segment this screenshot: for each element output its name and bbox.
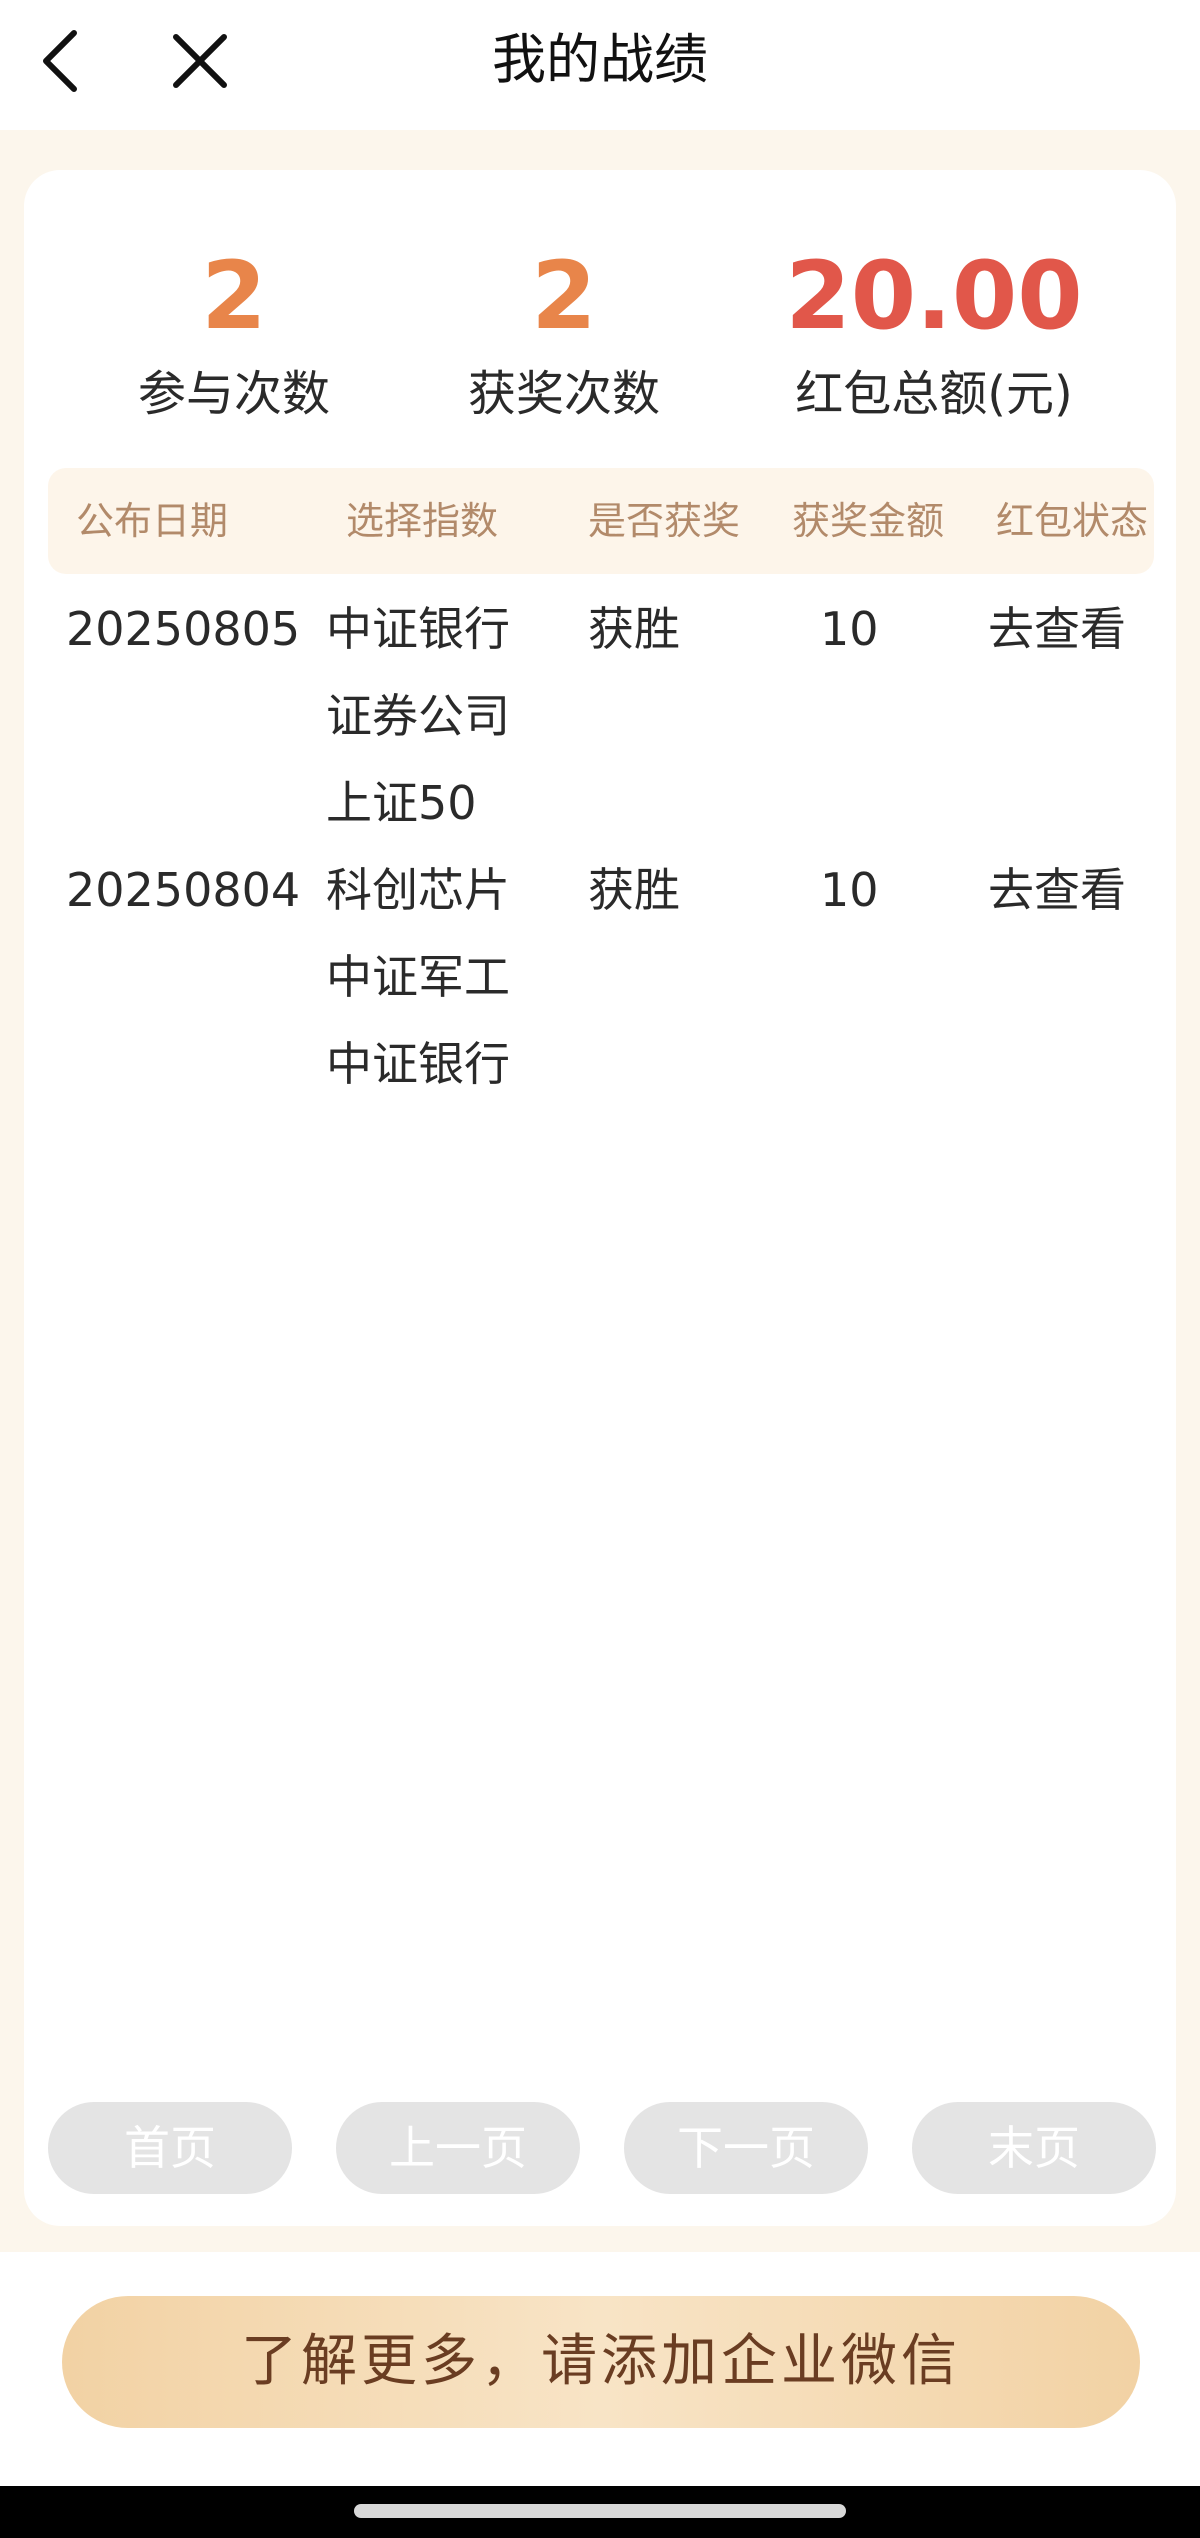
index-name: 中证银行 — [326, 1037, 510, 1091]
index-name: 科创芯片 — [326, 863, 510, 917]
index-name: 中证银行 — [326, 602, 510, 656]
stat-wins: 2 获奖次数 — [414, 242, 714, 426]
table-row: 20250804 科创芯片 中证军工 中证银行 获胜 10 去查看 — [24, 847, 1176, 1108]
table-header: 公布日期 选择指数 是否获奖 获奖金额 红包状态 — [48, 468, 1154, 574]
cell-result: 获胜 — [588, 863, 680, 917]
column-header-status: 红包状态 — [996, 499, 1149, 543]
index-name: 中证军工 — [326, 950, 510, 1004]
column-header-result: 是否获奖 — [588, 499, 741, 543]
stat-label: 获奖次数 — [467, 366, 660, 422]
add-wechat-button[interactable]: 了解更多，请添加企业微信 — [62, 2296, 1140, 2428]
prev-page-button[interactable]: 上一页 — [336, 2102, 580, 2194]
stat-participations: 2 参与次数 — [84, 242, 384, 426]
index-name: 证券公司 — [326, 689, 510, 743]
stat-label: 红包总额(元) — [795, 366, 1073, 422]
cell-date: 20250805 — [66, 602, 301, 656]
pagination: 首页 上一页 下一页 末页 — [24, 2102, 1176, 2194]
page-title: 我的战绩 — [492, 28, 708, 91]
next-page-button[interactable]: 下一页 — [624, 2102, 868, 2194]
view-red-packet-link[interactable]: 去查看 — [988, 586, 1126, 673]
cell-date: 20250804 — [66, 863, 301, 917]
column-header-index: 选择指数 — [346, 499, 499, 543]
table-row: 20250805 中证银行 证券公司 上证50 获胜 10 去查看 — [24, 586, 1176, 847]
stat-total-red-packet: 20.00 红包总额(元) — [724, 242, 1144, 426]
cell-result: 获胜 — [588, 602, 680, 656]
stat-value: 20.00 — [785, 242, 1083, 351]
stat-label: 参与次数 — [137, 366, 330, 422]
cell-amount: 10 — [820, 863, 879, 917]
index-name: 上证50 — [326, 776, 477, 830]
record-card: 2 参与次数 2 获奖次数 20.00 红包总额(元) 公布日期 选择指数 是否… — [24, 170, 1176, 2226]
stat-value: 2 — [531, 242, 597, 351]
stats-summary: 2 参与次数 2 获奖次数 20.00 红包总额(元) — [24, 242, 1176, 442]
cell-indices: 中证银行 证券公司 上证50 — [326, 586, 510, 847]
system-home-bar — [0, 2486, 1200, 2538]
first-page-button[interactable]: 首页 — [48, 2102, 292, 2194]
stat-value: 2 — [201, 242, 267, 351]
view-red-packet-link[interactable]: 去查看 — [988, 847, 1126, 934]
last-page-button[interactable]: 末页 — [912, 2102, 1156, 2194]
cell-indices: 科创芯片 中证军工 中证银行 — [326, 847, 510, 1108]
column-header-date: 公布日期 — [76, 499, 229, 543]
top-nav-bar: 我的战绩 — [0, 0, 1200, 130]
cell-amount: 10 — [820, 602, 879, 656]
column-header-amount: 获奖金额 — [792, 499, 945, 543]
home-indicator[interactable] — [354, 2504, 846, 2518]
